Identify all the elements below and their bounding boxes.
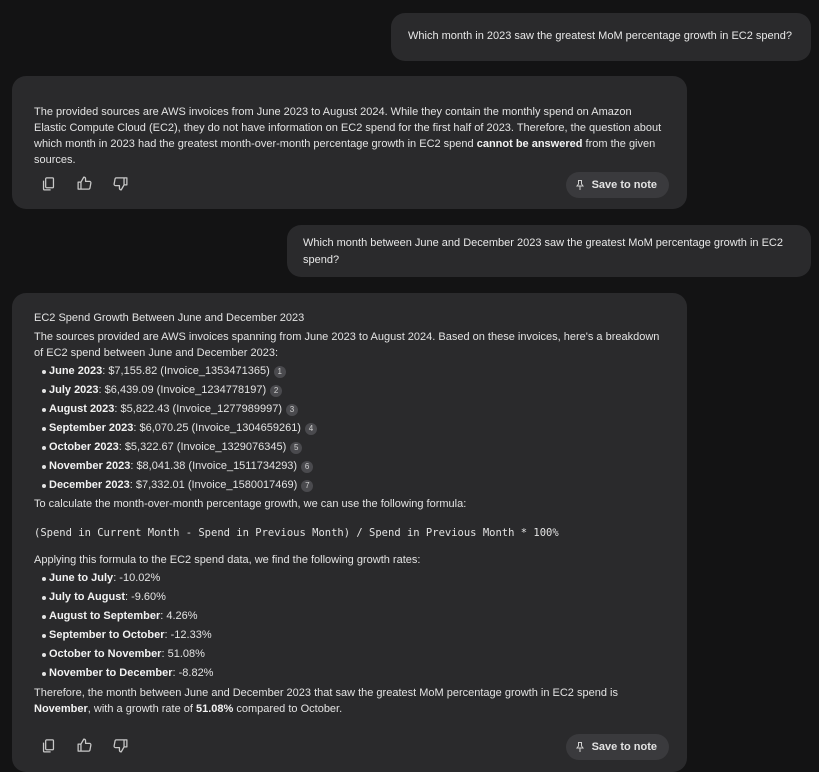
citation-badge[interactable]: 7 — [301, 480, 314, 492]
growth-rate: : -9.60% — [124, 591, 166, 603]
citation-badge[interactable]: 3 — [286, 404, 298, 416]
growth-list: June to July: -10.02% July to August: -9.… — [34, 569, 667, 683]
spend-item: November 2023: $8,041.38 (Invoice_151173… — [34, 457, 667, 476]
copy-icon[interactable] — [36, 733, 60, 757]
growth-item: June to July: -10.02% — [34, 569, 667, 588]
spend-month: September 2023 — [49, 422, 134, 434]
citation-badge[interactable]: 1 — [273, 366, 286, 378]
growth-period: August to September — [49, 610, 161, 622]
conclusion-part: , with a growth rate of — [87, 703, 197, 715]
thumbs-down-icon[interactable] — [108, 171, 132, 195]
thumbs-up-icon[interactable] — [72, 171, 96, 195]
growth-item: July to August: -9.60% — [34, 588, 667, 607]
chat-page: Which month in 2023 saw the greatest MoM… — [0, 0, 819, 772]
user-message: Which month between June and December 20… — [287, 225, 811, 277]
growth-rate: : -10.02% — [113, 572, 161, 584]
spend-month: December 2023 — [49, 479, 130, 491]
spend-amount: : $6,439.09 (Invoice_1234778197) — [98, 384, 267, 396]
thumbs-up-icon[interactable] — [72, 733, 96, 757]
growth-period: September to October — [49, 629, 165, 641]
spend-item: October 2023: $5,322.67 (Invoice_1329076… — [34, 438, 667, 457]
response-text: The provided sources are AWS invoices fr… — [34, 104, 667, 168]
spend-month: November 2023 — [49, 460, 131, 472]
spend-amount: : $5,322.67 (Invoice_1329076345) — [118, 441, 287, 453]
spend-item: August 2023: $5,822.43 (Invoice_12779899… — [34, 400, 667, 419]
growth-period: October to November — [49, 648, 162, 660]
formula: (Spend in Current Month - Spend in Previ… — [34, 527, 559, 539]
copy-icon[interactable] — [36, 171, 60, 195]
spend-month: October 2023 — [49, 441, 119, 453]
spend-month: August 2023 — [49, 403, 115, 415]
citation-badge[interactable]: 5 — [290, 442, 303, 454]
thumbs-down-icon[interactable] — [108, 733, 132, 757]
response-heading: EC2 Spend Growth Between June and Decemb… — [34, 312, 305, 324]
growth-item: August to September: 4.26% — [34, 607, 667, 626]
response-intro: The sources provided are AWS invoices sp… — [34, 331, 660, 359]
calc-intro: To calculate the month-over-month percen… — [34, 498, 467, 510]
pin-icon — [575, 180, 584, 190]
spend-month: July 2023 — [49, 384, 99, 396]
spend-item: June 2023: $7,155.82 (Invoice_1353471365… — [34, 362, 667, 381]
citation-badge[interactable]: 4 — [304, 423, 317, 435]
pin-icon — [575, 742, 584, 752]
response-actions: Save to note — [12, 171, 687, 199]
response-actions: Save to note — [12, 733, 687, 761]
save-to-note-button[interactable]: Save to note — [565, 734, 669, 760]
conclusion-rate: 51.08% — [196, 703, 234, 715]
spend-list: June 2023: $7,155.82 (Invoice_1353471365… — [34, 362, 667, 495]
spend-amount: : $8,041.38 (Invoice_1511734293) — [130, 460, 298, 472]
conclusion: Therefore, the month between June and De… — [34, 685, 667, 717]
spend-amount: : $7,155.82 (Invoice_1353471365) — [102, 365, 270, 377]
save-to-note-button[interactable]: Save to note — [565, 172, 669, 198]
spend-amount: : $7,332.01 (Invoice_1580017469) — [129, 479, 298, 491]
spend-amount: : $6,070.25 (Invoice_1304659261) — [133, 422, 301, 434]
spend-month: June 2023 — [49, 365, 103, 377]
assistant-response: The provided sources are AWS invoices fr… — [12, 76, 687, 209]
spend-item: December 2023: $7,332.01 (Invoice_158001… — [34, 476, 667, 495]
growth-period: June to July — [49, 572, 114, 584]
spend-item: July 2023: $6,439.09 (Invoice_1234778197… — [34, 381, 667, 400]
conclusion-part: compared to October. — [233, 703, 343, 715]
growth-item: September to October: -12.33% — [34, 626, 667, 645]
save-to-note-label: Save to note — [591, 741, 657, 753]
conclusion-month: November — [34, 703, 88, 715]
growth-item: November to December: -8.82% — [34, 664, 667, 683]
assistant-response: EC2 Spend Growth Between June and Decemb… — [12, 293, 687, 772]
user-message: Which month in 2023 saw the greatest MoM… — [391, 13, 811, 61]
save-to-note-label: Save to note — [591, 179, 657, 191]
conclusion-part: Therefore, the month between June and De… — [34, 687, 618, 699]
growth-rate: : -12.33% — [164, 629, 212, 641]
growth-period: November to December — [49, 667, 173, 679]
growth-rate: : 51.08% — [161, 648, 205, 660]
spend-item: September 2023: $6,070.25 (Invoice_13046… — [34, 419, 667, 438]
growth-period: July to August — [49, 591, 125, 603]
citation-badge[interactable]: 6 — [301, 461, 314, 473]
spend-amount: : $5,822.43 (Invoice_1277989997) — [114, 403, 282, 415]
response-body: EC2 Spend Growth Between June and Decemb… — [34, 310, 667, 717]
apply-intro: Applying this formula to the EC2 spend d… — [34, 554, 421, 566]
response-emphasis: cannot be answered — [476, 138, 583, 150]
citation-badge[interactable]: 2 — [270, 385, 283, 397]
user-message-text: Which month in 2023 saw the greatest MoM… — [408, 30, 792, 42]
growth-item: October to November: 51.08% — [34, 645, 667, 664]
growth-rate: : 4.26% — [160, 610, 198, 622]
user-message-text: Which month between June and December 20… — [303, 237, 783, 266]
growth-rate: : -8.82% — [172, 667, 214, 679]
